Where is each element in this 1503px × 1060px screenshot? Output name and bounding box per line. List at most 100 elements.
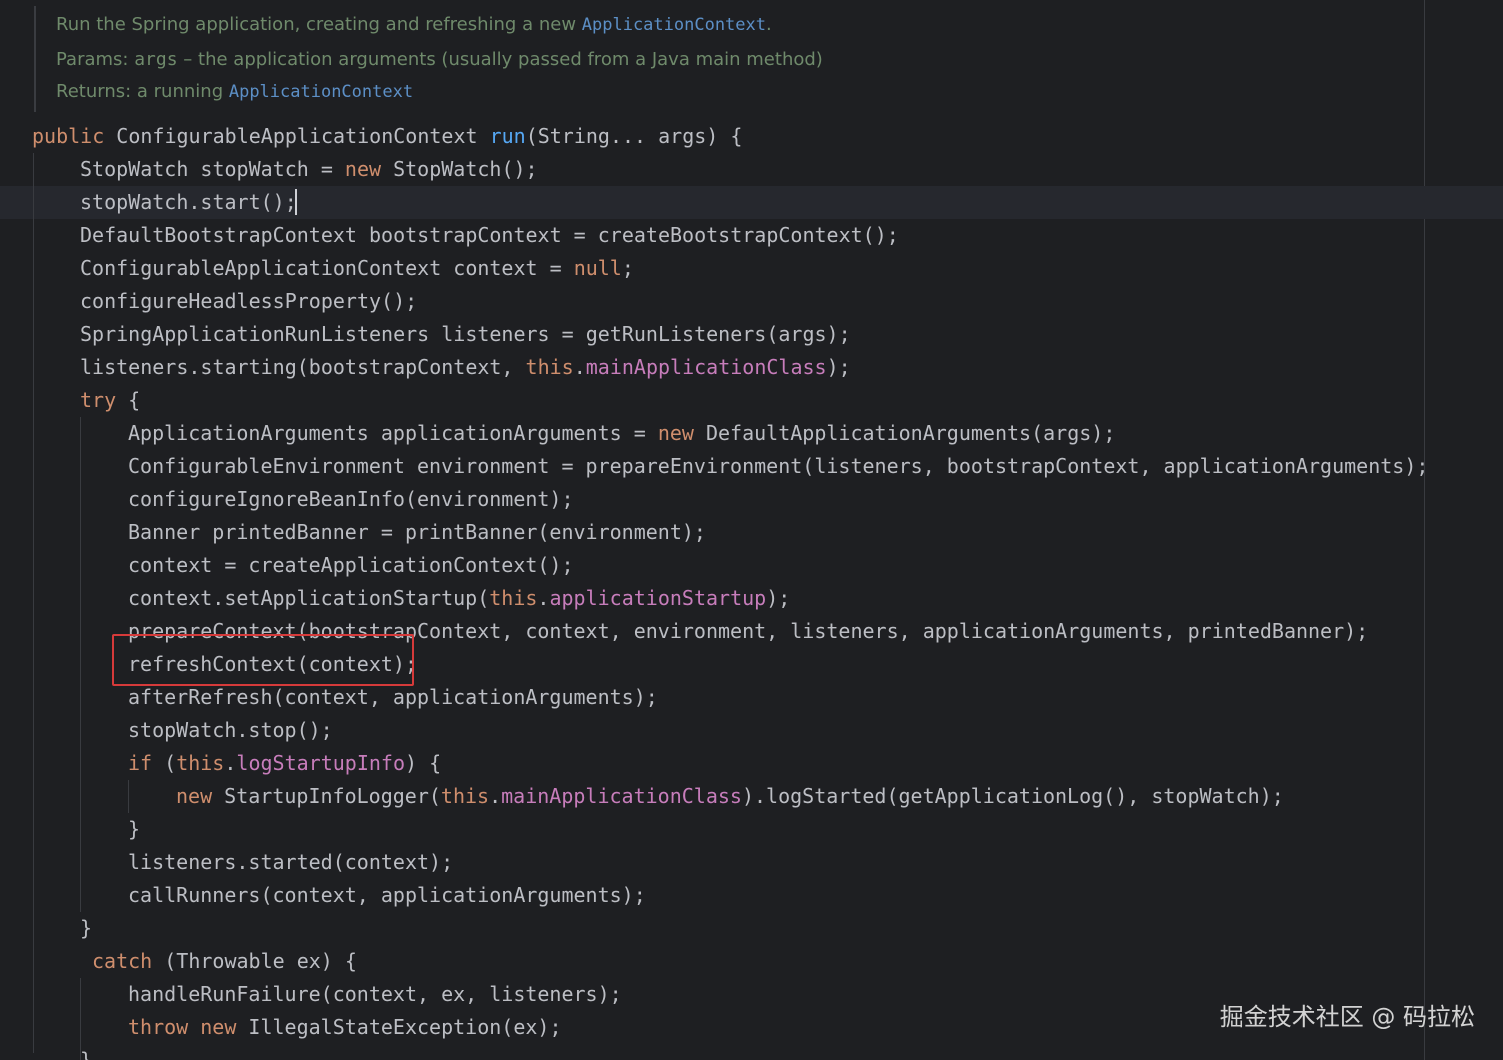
indent-guide-if [128, 780, 129, 813]
code-token: if [128, 751, 153, 775]
code-token: throw [128, 1015, 189, 1039]
javadoc-returns-label: Returns: [56, 81, 132, 102]
code-line[interactable]: listeners.started(context); [128, 846, 453, 879]
code-token: (String... args) { [525, 124, 743, 148]
code-token: callRunners(context, applicationArgument… [128, 883, 646, 907]
code-token: ConfigurableApplicationContext context = [80, 256, 574, 280]
code-token: null [573, 256, 622, 280]
indent-guide-try [80, 417, 81, 912]
code-token: listeners.starting(bootstrapContext, [80, 355, 526, 379]
code-line[interactable]: callRunners(context, applicationArgument… [128, 879, 646, 912]
code-line[interactable]: stopWatch.start(); [80, 186, 297, 219]
code-token: this [489, 586, 538, 610]
code-token: ).logStarted(getApplicationLog(), stopWa… [741, 784, 1284, 808]
code-line[interactable]: DefaultBootstrapContext bootstrapContext… [80, 219, 899, 252]
code-token: . [573, 355, 586, 379]
code-token: this [525, 355, 574, 379]
code-token: Banner printedBanner = printBanner(envir… [128, 520, 706, 544]
javadoc-returns-desc: a running [131, 81, 229, 102]
code-token: configureHeadlessProperty(); [80, 289, 418, 313]
code-line[interactable]: stopWatch.stop(); [128, 714, 333, 747]
code-token: ); [766, 586, 791, 610]
javadoc-returns: Returns: a running ApplicationContext [56, 80, 413, 104]
code-line[interactable]: Banner printedBanner = printBanner(envir… [128, 516, 706, 549]
javadoc-summary: Run the Spring application, creating and… [56, 13, 772, 37]
code-line[interactable]: public ConfigurableApplicationContext ru… [32, 120, 742, 153]
javadoc-summary-link[interactable]: ApplicationContext [582, 15, 766, 35]
code-token: configureIgnoreBeanInfo(environment); [128, 487, 574, 511]
code-line[interactable]: SpringApplicationRunListeners listeners … [80, 318, 851, 351]
annotation-highlight-box [112, 634, 414, 686]
code-token: mainApplicationClass [585, 355, 827, 379]
code-line[interactable]: throw new IllegalStateException(ex); [128, 1011, 562, 1044]
code-token: } [128, 817, 141, 841]
code-line[interactable]: new StartupInfoLogger(this.mainApplicati… [176, 780, 1284, 813]
code-token: ( [152, 751, 177, 775]
code-line[interactable]: ConfigurableEnvironment environment = pr… [128, 450, 1428, 483]
text-caret [295, 189, 297, 215]
code-token: . [537, 586, 550, 610]
code-token: stopWatch.start(); [80, 190, 297, 214]
code-token: ApplicationArguments applicationArgument… [128, 421, 658, 445]
code-token: StartupInfoLogger( [212, 784, 441, 808]
code-line[interactable]: listeners.starting(bootstrapContext, thi… [80, 351, 851, 384]
javadoc-param-name: args [134, 49, 178, 70]
code-token: context.setApplicationStartup( [128, 586, 490, 610]
code-editor[interactable]: Run the Spring application, creating and… [0, 0, 1503, 1060]
code-token: handleRunFailure(context, ex, listeners)… [128, 982, 622, 1006]
code-token: IllegalStateException(ex); [236, 1015, 562, 1039]
code-line[interactable]: context = createApplicationContext(); [128, 549, 574, 582]
code-token: SpringApplicationRunListeners listeners … [80, 322, 851, 346]
code-token: DefaultBootstrapContext bootstrapContext… [80, 223, 899, 247]
code-line[interactable]: handleRunFailure(context, ex, listeners)… [128, 978, 622, 1011]
code-token: run [489, 124, 526, 148]
code-line[interactable]: StopWatch stopWatch = new StopWatch(); [80, 153, 538, 186]
code-token: new [344, 157, 382, 181]
code-token: StopWatch(); [381, 157, 538, 181]
javadoc-param-desc: – the application arguments (usually pas… [177, 49, 823, 70]
code-token: new [657, 421, 694, 445]
right-margin-guide [1424, 0, 1425, 1060]
watermark: 掘金技术社区 @ 码拉松 [1219, 1003, 1475, 1031]
code-token: applicationStartup [549, 586, 767, 610]
code-line[interactable]: ConfigurableApplicationContext context =… [80, 252, 634, 285]
code-token: listeners.started(context); [128, 850, 454, 874]
code-token: . [489, 784, 502, 808]
code-token: ) { [404, 751, 442, 775]
code-token: ConfigurableApplicationContext [104, 124, 490, 148]
code-token: catch [92, 949, 153, 973]
code-line[interactable]: if (this.logStartupInfo) { [128, 747, 441, 780]
code-token: DefaultApplicationArguments(args); [693, 421, 1116, 445]
code-token: . [224, 751, 237, 775]
code-line[interactable]: try { [80, 384, 140, 417]
code-line[interactable]: catch (Throwable ex) { [92, 945, 357, 978]
code-line[interactable]: configureIgnoreBeanInfo(environment); [128, 483, 574, 516]
code-token: { [116, 388, 141, 412]
code-token: new [176, 784, 213, 808]
indent-guide-method [33, 153, 34, 1053]
javadoc-summary-text: Run the Spring application, creating and… [56, 14, 582, 35]
code-token: this [440, 784, 490, 808]
code-token: stopWatch.stop(); [128, 718, 333, 742]
code-line[interactable]: } [80, 1044, 92, 1060]
code-token: new [200, 1015, 237, 1039]
code-line[interactable]: context.setApplicationStartup(this.appli… [128, 582, 790, 615]
code-token: } [80, 1048, 93, 1060]
code-token: try [80, 388, 117, 412]
code-token: afterRefresh(context, applicationArgumen… [128, 685, 658, 709]
code-token: this [176, 751, 225, 775]
javadoc-summary-end: . [766, 14, 772, 35]
javadoc-returns-link[interactable]: ApplicationContext [229, 82, 413, 102]
code-line[interactable]: configureHeadlessProperty(); [80, 285, 417, 318]
code-token: StopWatch stopWatch = [80, 157, 345, 181]
code-line[interactable]: ApplicationArguments applicationArgument… [128, 417, 1115, 450]
code-token: ConfigurableEnvironment environment = pr… [128, 454, 1429, 478]
code-token: (Throwable ex) { [152, 949, 357, 973]
javadoc-block: Run the Spring application, creating and… [34, 6, 936, 112]
code-line[interactable]: } [80, 912, 92, 945]
code-token: } [80, 916, 93, 940]
code-token: public [32, 124, 105, 148]
code-line[interactable]: } [128, 813, 140, 846]
javadoc-params-label: Params: [56, 49, 129, 70]
